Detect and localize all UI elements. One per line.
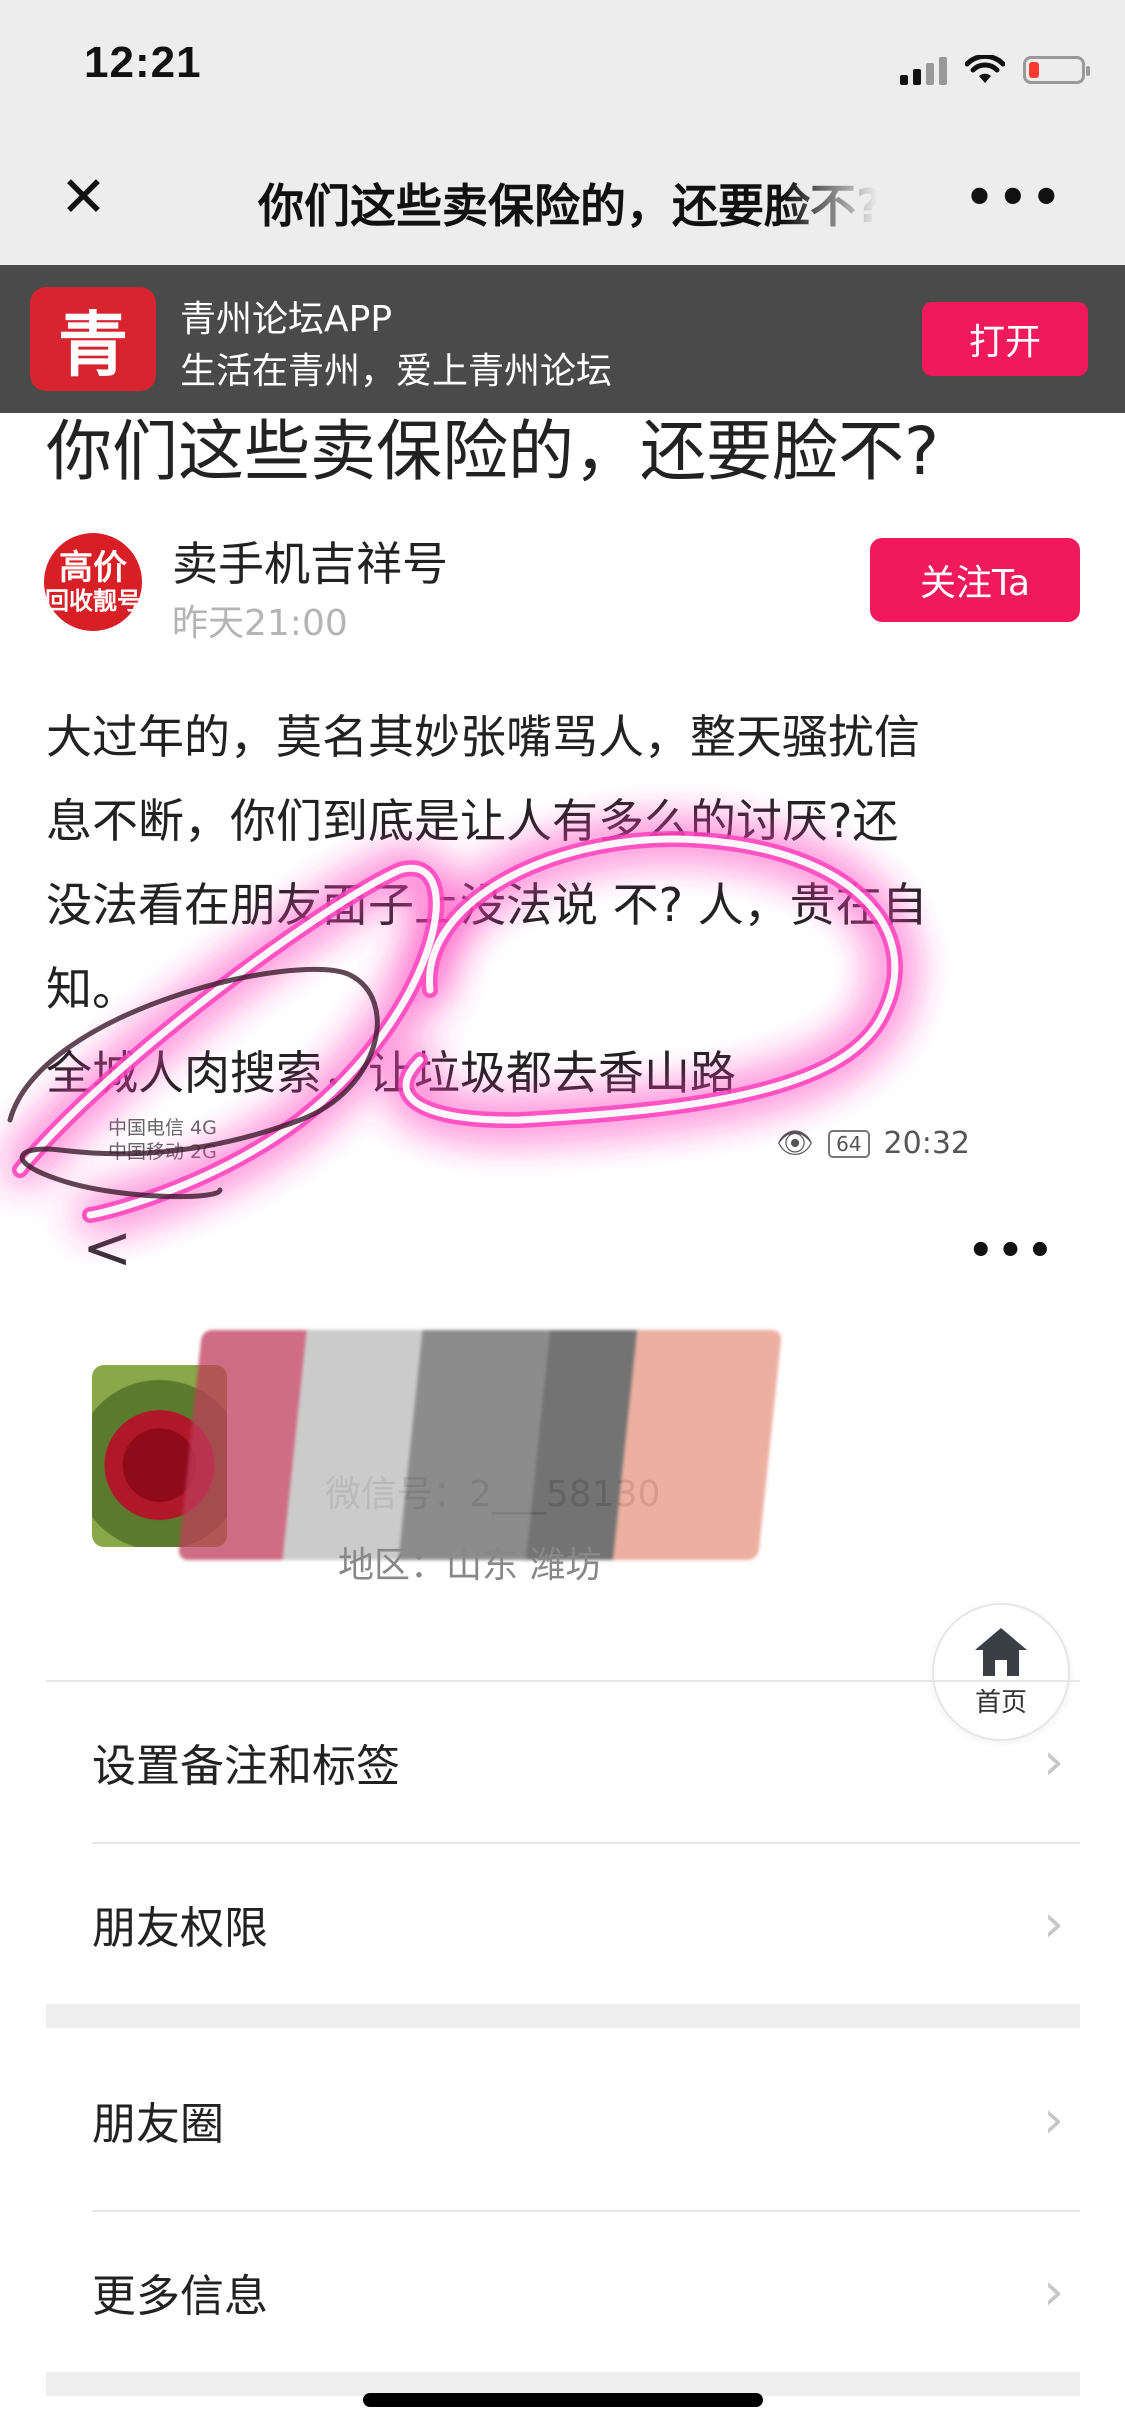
chevron-right-icon: › bbox=[1043, 1894, 1064, 1954]
menu-item-more-info[interactable]: 更多信息 › bbox=[92, 2212, 1082, 2372]
embedded-status-right: 👁 64 20:32 bbox=[776, 1126, 970, 1161]
home-icon bbox=[975, 1627, 1027, 1676]
home-indicator bbox=[363, 2393, 763, 2407]
carrier-1: 中国电信 4G bbox=[108, 1117, 217, 1139]
open-app-button[interactable]: 打开 bbox=[922, 302, 1088, 376]
avatar-text-top: 高价 bbox=[59, 548, 127, 589]
author-name[interactable]: 卖手机吉祥号 bbox=[172, 528, 448, 594]
carrier-2: 中国移动 2G bbox=[108, 1141, 217, 1163]
embedded-carrier-info: 中国电信 4G 中国移动 2G bbox=[108, 1116, 217, 1164]
menu-label: 设置备注和标签 bbox=[92, 1741, 400, 1792]
cellular-signal-icon bbox=[900, 55, 947, 85]
app-slogan: 生活在青州，爱上青州论坛 bbox=[180, 351, 613, 392]
chevron-right-icon: › bbox=[1043, 2090, 1064, 2150]
article-body: 大过年的，莫名其妙张嘴骂人，整天骚扰信 息不断，你们到底是让人有多么的讨厌?还 … bbox=[46, 695, 1086, 1115]
status-time: 12:21 bbox=[84, 38, 202, 87]
region: 地区：山东 潍坊 bbox=[338, 1545, 602, 1586]
body-line: 没法看在朋友面子上没法说 不? 人，贵在自 bbox=[46, 878, 928, 932]
app-name: 青州论坛APP bbox=[180, 299, 393, 340]
back-chevron-icon: < bbox=[82, 1213, 133, 1283]
chevron-right-icon: › bbox=[1043, 1732, 1064, 1792]
redaction-scribble bbox=[177, 1330, 783, 1560]
chevron-right-icon: › bbox=[1043, 2262, 1064, 2322]
wifi-icon bbox=[965, 55, 1005, 83]
group-separator bbox=[46, 2004, 1080, 2028]
embedded-more-icon: ••• bbox=[968, 1228, 1057, 1274]
body-line: 知。 bbox=[46, 962, 138, 1016]
body-line: 息不断，你们到底是让人有多么的讨厌?还 bbox=[46, 794, 899, 848]
more-options-icon[interactable]: ••• bbox=[965, 170, 1065, 224]
menu-item-remark-tags[interactable]: 设置备注和标签 › bbox=[92, 1682, 1082, 1842]
status-icons bbox=[900, 50, 1090, 90]
eye-icon: 👁 bbox=[776, 1126, 815, 1161]
post-time: 昨天21:00 bbox=[172, 603, 348, 644]
follow-button[interactable]: 关注Ta bbox=[870, 538, 1080, 622]
page-title: 你们这些卖保险的，还要脸不? bbox=[258, 179, 878, 230]
menu-label: 朋友圈 bbox=[92, 2099, 224, 2150]
body-line: 全城人肉搜索，让垃圾都去香山路 bbox=[46, 1046, 736, 1100]
avatar-text-bottom: 回收靓号 bbox=[45, 586, 141, 615]
battery-icon bbox=[1023, 56, 1090, 84]
app-logo: 青 bbox=[30, 287, 156, 391]
embedded-time: 20:32 bbox=[883, 1126, 971, 1161]
menu-label: 朋友权限 bbox=[92, 1903, 268, 1954]
close-icon[interactable]: ✕ bbox=[60, 170, 107, 226]
author-avatar[interactable]: 高价 回收靓号 bbox=[44, 533, 142, 631]
menu-label: 更多信息 bbox=[92, 2271, 268, 2322]
menu-item-moments[interactable]: 朋友圈 › bbox=[92, 2040, 1082, 2200]
menu-item-friend-permissions[interactable]: 朋友权限 › bbox=[92, 1844, 1082, 2004]
embedded-battery: 64 bbox=[828, 1129, 870, 1158]
body-line: 大过年的，莫名其妙张嘴骂人，整天骚扰信 bbox=[46, 710, 920, 764]
article-title: 你们这些卖保险的，还要脸不? bbox=[46, 413, 940, 490]
